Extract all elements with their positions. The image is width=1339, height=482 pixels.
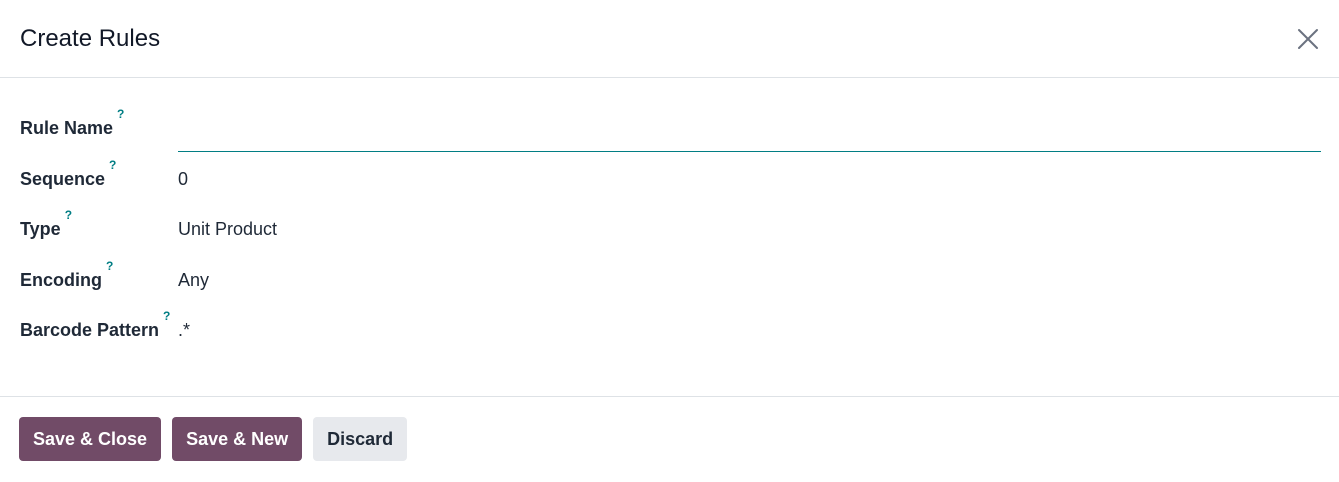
encoding-label-text: Encoding: [20, 269, 102, 290]
sequence-row: Sequence? 0: [0, 158, 1339, 210]
dialog-title: Create Rules: [20, 24, 161, 52]
discard-button[interactable]: Discard: [313, 417, 408, 461]
save-new-button[interactable]: Save & New: [172, 417, 303, 461]
encoding-row: Encoding? Any: [0, 259, 1339, 311]
rule-name-input-wrap: [178, 108, 1321, 152]
dialog-footer: Save & Close Save & New Discard: [0, 397, 1339, 481]
type-help-icon[interactable]: ?: [65, 208, 72, 222]
sequence-label: Sequence?: [0, 158, 178, 190]
barcode-pattern-field[interactable]: .*: [178, 310, 1339, 341]
barcode-pattern-label-text: Barcode Pattern: [20, 320, 160, 340]
close-icon: [1298, 28, 1318, 49]
rule-name-label-text: Rule Name: [20, 118, 114, 138]
type-label: Type?: [0, 208, 178, 240]
save-close-button[interactable]: Save & Close: [19, 417, 162, 461]
rule-name-input[interactable]: [178, 120, 1321, 152]
barcode-pattern-label: Barcode Pattern?: [0, 309, 178, 341]
sequence-label-text: Sequence: [20, 168, 106, 189]
create-rules-dialog: Create Rules Rule Name? Sequence? 0 Type…: [0, 0, 1339, 482]
close-button[interactable]: [1293, 24, 1323, 54]
dialog-header: Create Rules: [0, 0, 1339, 78]
encoding-help-icon[interactable]: ?: [106, 259, 113, 273]
encoding-label: Encoding?: [0, 259, 178, 291]
rule-name-label: Rule Name?: [0, 107, 178, 139]
encoding-select[interactable]: Any: [178, 260, 1339, 291]
barcode-pattern-row: Barcode Pattern? .*: [0, 309, 1339, 361]
barcode-pattern-help-icon[interactable]: ?: [163, 309, 170, 323]
rule-name-row: Rule Name?: [0, 107, 1339, 159]
sequence-help-icon[interactable]: ?: [109, 158, 116, 172]
dialog-body: Rule Name? Sequence? 0 Type? Unit Produc…: [0, 78, 1339, 397]
type-label-text: Type: [20, 219, 61, 239]
type-select[interactable]: Unit Product: [178, 209, 1339, 240]
sequence-field[interactable]: 0: [178, 159, 1339, 190]
type-row: Type? Unit Product: [0, 208, 1339, 260]
rule-name-help-icon[interactable]: ?: [117, 107, 124, 121]
